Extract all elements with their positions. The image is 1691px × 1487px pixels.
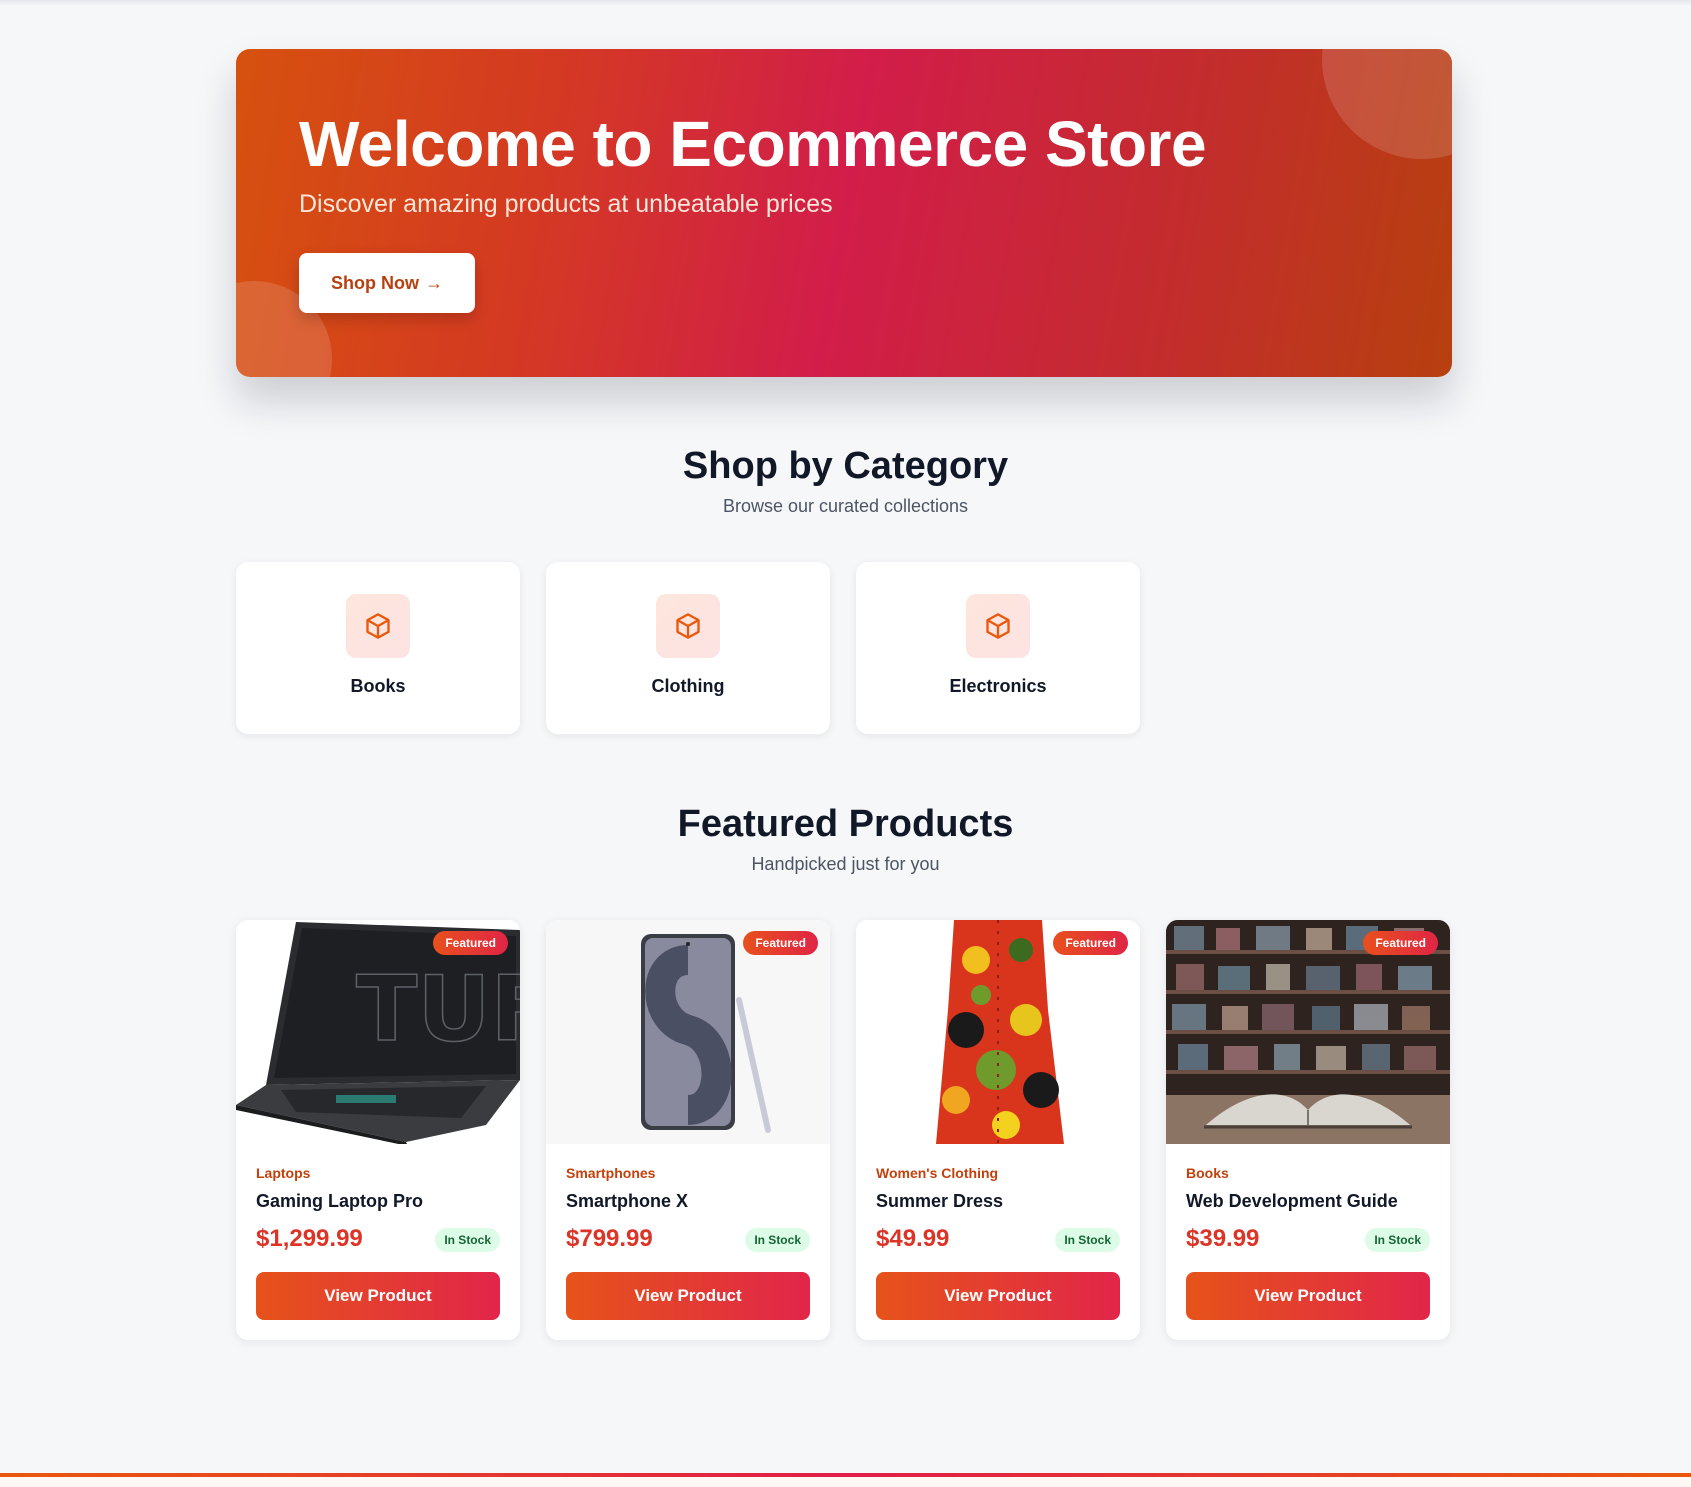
- stock-badge: In Stock: [1365, 1228, 1430, 1252]
- product-card[interactable]: Featured Women's Clothing Summer Dress $…: [856, 920, 1140, 1340]
- featured-title: Featured Products: [677, 803, 1014, 845]
- footer: [0, 1477, 1691, 1487]
- view-product-button[interactable]: View Product: [876, 1272, 1120, 1320]
- product-price: $39.99: [1186, 1225, 1260, 1252]
- hero-banner: Welcome to Ecommerce Store Discover amaz…: [236, 49, 1452, 377]
- top-shadow: [0, 0, 1691, 6]
- hero-subtitle: Discover amazing products at unbeatable …: [299, 190, 833, 218]
- svg-text:TUF: TUF: [356, 957, 520, 1062]
- view-product-button[interactable]: View Product: [566, 1272, 810, 1320]
- category-card-books[interactable]: Books: [236, 562, 520, 734]
- arrow-right-icon: →: [425, 272, 443, 293]
- product-name[interactable]: Web Development Guide: [1186, 1191, 1398, 1212]
- book-image[interactable]: Featured: [1166, 920, 1450, 1144]
- category-label: Electronics: [949, 676, 1047, 696]
- category-card-clothing[interactable]: Clothing: [546, 562, 830, 734]
- stock-badge: In Stock: [745, 1228, 810, 1252]
- featured-badge: Featured: [433, 931, 508, 955]
- stock-badge: In Stock: [435, 1228, 500, 1252]
- laptop-image[interactable]: TUF Featured: [236, 920, 520, 1144]
- product-name[interactable]: Gaming Laptop Pro: [256, 1191, 423, 1212]
- product-category: Smartphones: [566, 1165, 656, 1181]
- category-label: Books: [350, 676, 406, 696]
- product-category: Women's Clothing: [876, 1165, 999, 1181]
- hero-title: Welcome to Ecommerce Store: [299, 108, 1207, 180]
- product-card[interactable]: Featured Books Web Development Guide $39…: [1166, 920, 1450, 1340]
- shop-now-label: Shop Now: [331, 272, 419, 293]
- category-label: Clothing: [651, 676, 725, 696]
- product-price: $49.99: [876, 1225, 950, 1252]
- featured-badge: Featured: [743, 931, 818, 955]
- shop-now-button[interactable]: Shop Now →: [299, 253, 475, 313]
- product-card[interactable]: Featured Smartphones Smartphone X $799.9…: [546, 920, 830, 1340]
- product-name[interactable]: Summer Dress: [876, 1191, 1003, 1212]
- box-icon: [656, 594, 720, 658]
- categories-title: Shop by Category: [682, 445, 1009, 487]
- view-product-button[interactable]: View Product: [1186, 1272, 1430, 1320]
- box-icon: [966, 594, 1030, 658]
- product-category: Laptops: [256, 1165, 311, 1181]
- featured-subtitle: Handpicked just for you: [751, 854, 940, 874]
- featured-badge: Featured: [1053, 931, 1128, 955]
- product-card[interactable]: TUF Featured Laptops Gaming Laptop Pro $…: [236, 920, 520, 1340]
- dress-image[interactable]: Featured: [856, 920, 1140, 1144]
- smartphone-image[interactable]: Featured: [546, 920, 830, 1144]
- box-icon: [346, 594, 410, 658]
- product-price: $799.99: [566, 1225, 653, 1252]
- view-product-button[interactable]: View Product: [256, 1272, 500, 1320]
- product-price: $1,299.99: [256, 1225, 363, 1252]
- stock-badge: In Stock: [1055, 1228, 1120, 1252]
- featured-badge: Featured: [1363, 931, 1438, 955]
- category-card-electronics[interactable]: Electronics: [856, 562, 1140, 734]
- product-category: Books: [1186, 1165, 1229, 1181]
- categories-subtitle: Browse our curated collections: [722, 496, 969, 516]
- hero-decor-circle: [1322, 49, 1452, 159]
- product-name[interactable]: Smartphone X: [566, 1191, 688, 1212]
